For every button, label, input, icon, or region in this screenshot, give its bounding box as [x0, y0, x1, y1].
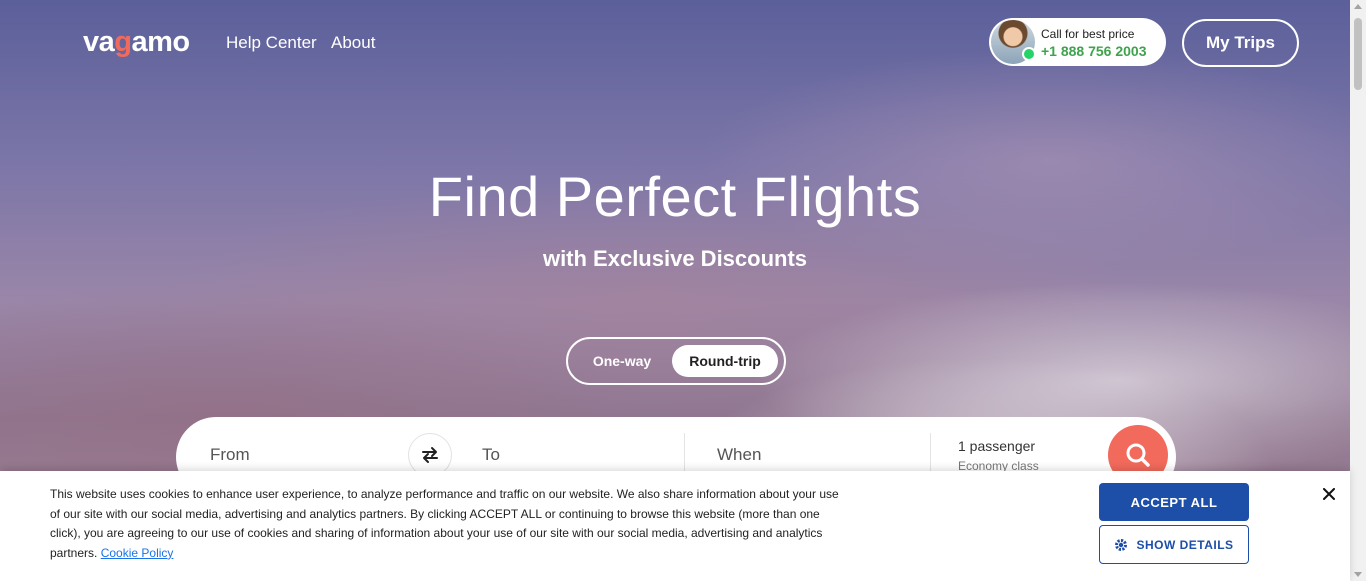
close-icon — [1323, 488, 1335, 500]
passenger-count[interactable]: 1 passenger — [958, 438, 1035, 454]
phone-number[interactable]: +1 888 756 2003 — [1041, 43, 1147, 59]
swap-arrows-icon — [422, 447, 438, 463]
cookie-banner: This website uses cookies to enhance use… — [0, 471, 1350, 581]
logo-text-part: va — [83, 26, 115, 58]
my-trips-button[interactable]: My Trips — [1182, 19, 1299, 67]
call-label: Call for best price — [1041, 27, 1135, 41]
nav-help-center[interactable]: Help Center — [226, 33, 317, 53]
logo-text-part: amo — [131, 26, 190, 58]
hero-title: Find Perfect Flights — [428, 165, 922, 228]
close-cookie-banner-button[interactable] — [1318, 483, 1340, 505]
accept-all-button[interactable]: ACCEPT ALL — [1099, 483, 1249, 521]
cookie-text: This website uses cookies to enhance use… — [50, 485, 840, 563]
show-details-label: SHOW DETAILS — [1136, 537, 1234, 552]
nav-about[interactable]: About — [331, 33, 375, 53]
from-field[interactable]: From — [210, 445, 250, 465]
gear-icon — [1115, 538, 1128, 551]
scroll-down-icon[interactable] — [1354, 572, 1362, 577]
page-scrollbar[interactable] — [1350, 0, 1366, 581]
scroll-up-icon[interactable] — [1354, 4, 1362, 9]
call-for-price-widget[interactable]: Call for best price +1 888 756 2003 — [989, 18, 1166, 66]
logo-text-accent: g — [114, 26, 132, 58]
search-icon — [1126, 443, 1150, 467]
whatsapp-icon — [1022, 47, 1036, 61]
trip-type-toggle: One-way Round-trip — [566, 337, 786, 385]
trip-option-round-trip[interactable]: Round-trip — [672, 345, 778, 377]
trip-option-one-way[interactable]: One-way — [582, 345, 662, 377]
hero-subtitle: with Exclusive Discounts — [542, 246, 808, 271]
when-field[interactable]: When — [717, 445, 761, 465]
vagamo-logo[interactable]: vagamo — [83, 26, 190, 59]
to-field[interactable]: To — [482, 445, 500, 465]
show-details-button[interactable]: SHOW DETAILS — [1099, 525, 1249, 564]
scrollbar-thumb[interactable] — [1354, 18, 1362, 90]
cookie-policy-link[interactable]: Cookie Policy — [101, 546, 174, 560]
